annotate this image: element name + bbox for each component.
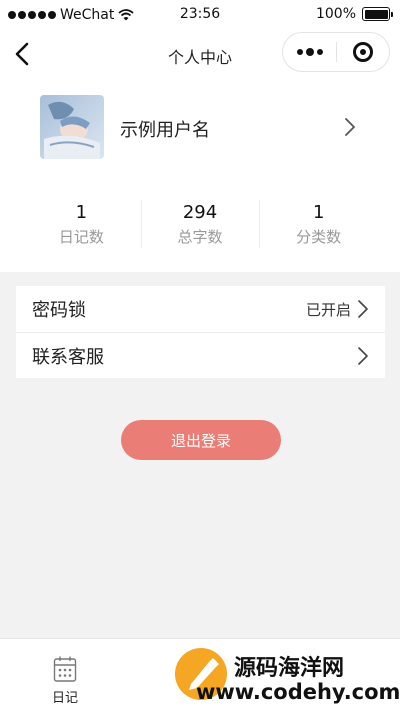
stats-row: 1 日记数 294 总字数 1 分类数 (22, 200, 378, 252)
watermark-title: 源码海洋网 (234, 656, 345, 681)
chevron-right-icon (358, 300, 368, 318)
battery-icon (362, 7, 393, 21)
settings-menu: 密码锁 已开启 联系客服 (16, 286, 385, 378)
status-bar: WeChat 23:56 100% (0, 0, 400, 30)
stat-category-count: 1 分类数 (259, 200, 378, 252)
stat-diary-count: 1 日记数 (22, 200, 141, 252)
battery-fill (364, 9, 388, 19)
menu-item-label: 联系客服 (32, 346, 104, 368)
logout-button[interactable]: 退出登录 (121, 420, 281, 460)
menu-item-password-lock[interactable]: 密码锁 已开启 (16, 286, 385, 332)
tab-diary[interactable]: 日记 (40, 655, 90, 706)
stat-word-count: 294 总字数 (140, 200, 260, 252)
battery-area: 100% (315, 6, 393, 22)
stat-value: 1 (75, 202, 88, 223)
chevron-right-icon[interactable] (342, 116, 358, 138)
avatar[interactable] (40, 95, 104, 159)
menu-item-label: 密码锁 (32, 300, 86, 321)
profile-card: 示例用户名 1 日记数 294 总字数 1 分类数 (0, 78, 400, 272)
close-target-icon[interactable] (337, 33, 389, 71)
menu-item-value: 已开启 (305, 300, 351, 319)
calendar-icon (53, 656, 77, 682)
stat-value: 294 (182, 202, 218, 223)
username[interactable]: 示例用户名 (120, 116, 210, 142)
stat-label: 总字数 (177, 228, 223, 246)
stat-label: 分类数 (296, 228, 342, 246)
mini-program-capsule (282, 32, 390, 72)
menu-item-customer-service[interactable]: 联系客服 (16, 332, 385, 378)
more-dots-icon[interactable] (283, 33, 336, 71)
stat-value: 1 (312, 202, 325, 223)
tab-label: 日记 (51, 691, 78, 706)
stat-label: 日记数 (58, 228, 104, 246)
navigation-bar: 个人中心 (0, 30, 400, 78)
chevron-right-icon (358, 346, 368, 365)
battery-percent: 100% (315, 6, 356, 22)
watermark-url: www.codehy.com (196, 680, 400, 704)
